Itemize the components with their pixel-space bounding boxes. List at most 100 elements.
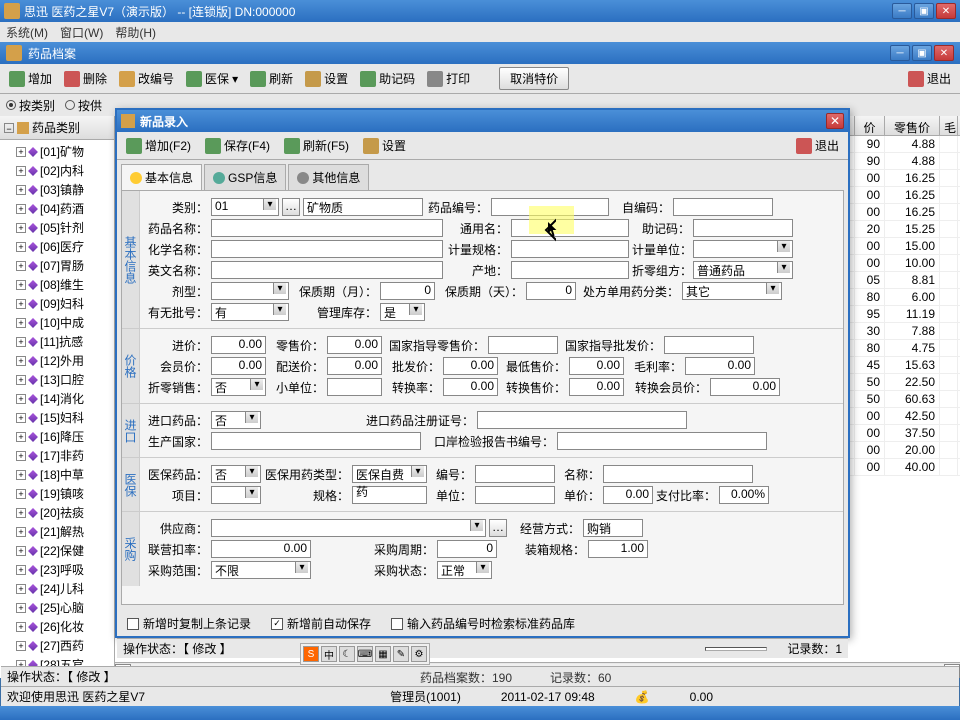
ins-drug-select[interactable]: 否	[211, 465, 261, 483]
guide-whole-input[interactable]	[664, 336, 754, 354]
stock-mgmt-select[interactable]: 是	[380, 303, 425, 321]
category-browse-button[interactable]: …	[282, 198, 300, 216]
ime-toolbar[interactable]: S中☾⌨▦✎⚙	[300, 643, 430, 665]
convertsale-input[interactable]: 0.00	[569, 378, 624, 396]
convert-input[interactable]: 0.00	[443, 378, 498, 396]
ins-code-input[interactable]	[475, 465, 555, 483]
dlg-settings-button[interactable]: 设置	[358, 134, 411, 157]
dlg-save-button[interactable]: 保存(F4)	[200, 134, 275, 157]
tree-item[interactable]: +[03]镇静	[0, 180, 114, 199]
auto-save-checkbox[interactable]: ✓新增前自动保存	[271, 615, 371, 632]
margin-input[interactable]: 0.00	[685, 357, 755, 375]
renumber-button[interactable]: 改编号	[114, 67, 179, 90]
tree-item[interactable]: +[15]妇科	[0, 408, 114, 427]
add-button[interactable]: 增加	[4, 67, 57, 90]
minimize-button[interactable]: ─	[892, 3, 912, 19]
batch-flag-select[interactable]: 有	[211, 303, 289, 321]
tree-item[interactable]: +[09]妇科	[0, 294, 114, 313]
insurance-button[interactable]: 医保▾	[181, 67, 243, 90]
settings-button[interactable]: 设置	[300, 67, 353, 90]
pack-input[interactable]: 1.00	[588, 540, 648, 558]
tree-item[interactable]: +[23]呼吸	[0, 560, 114, 579]
category-select[interactable]: 01	[211, 198, 279, 216]
supplier-select[interactable]	[211, 519, 486, 537]
tree-item[interactable]: +[11]抗感	[0, 332, 114, 351]
tree-item[interactable]: +[24]儿科	[0, 579, 114, 598]
tree-item[interactable]: +[08]维生	[0, 275, 114, 294]
minsale-input[interactable]: 0.00	[569, 357, 624, 375]
scope-select[interactable]: 不限	[211, 561, 311, 579]
exit-button[interactable]: 退出	[903, 67, 956, 90]
tree-item[interactable]: +[10]中成	[0, 313, 114, 332]
tree-item[interactable]: +[26]化妆	[0, 617, 114, 636]
import-drug-select[interactable]: 否	[211, 411, 261, 429]
import-reg-input[interactable]	[477, 411, 687, 429]
tree-item[interactable]: +[16]降压	[0, 427, 114, 446]
tree-item[interactable]: +[12]外用	[0, 351, 114, 370]
chem-name-input[interactable]	[211, 240, 443, 258]
purchase-status-select[interactable]: 正常	[437, 561, 492, 579]
delivery-input[interactable]: 0.00	[327, 357, 382, 375]
guide-retail-input[interactable]	[488, 336, 558, 354]
tree-item[interactable]: +[19]镇咳	[0, 484, 114, 503]
print-button[interactable]: 打印	[422, 67, 475, 90]
producer-input[interactable]	[211, 432, 421, 450]
tab-gsp[interactable]: GSP信息	[204, 164, 286, 190]
tree-item[interactable]: +[02]内科	[0, 161, 114, 180]
sub-minimize-button[interactable]: ─	[890, 45, 910, 61]
product-name-input[interactable]	[211, 219, 443, 237]
tree-item[interactable]: +[06]医疗	[0, 237, 114, 256]
eng-name-input[interactable]	[211, 261, 443, 279]
tree-item[interactable]: +[07]胃肠	[0, 256, 114, 275]
member-input[interactable]: 0.00	[211, 357, 266, 375]
ins-unit-input[interactable]	[475, 486, 555, 504]
copy-last-checkbox[interactable]: 新增时复制上条记录	[127, 615, 251, 632]
group-select[interactable]: 普通药品	[693, 261, 793, 279]
tree-item[interactable]: +[27]西药	[0, 636, 114, 655]
pay-ratio-input[interactable]: 0.00%	[719, 486, 769, 504]
zerosale-select[interactable]: 否	[211, 378, 266, 396]
mnemonic-input[interactable]	[693, 219, 793, 237]
tree-item[interactable]: +[01]矿物	[0, 142, 114, 161]
dlg-refresh-button[interactable]: 刷新(F5)	[279, 134, 354, 157]
mnemonic-button[interactable]: 助记码	[355, 67, 420, 90]
menu-window[interactable]: 窗口(W)	[60, 24, 103, 41]
tree-item[interactable]: +[20]祛痰	[0, 503, 114, 522]
shelf-day-input[interactable]: 0	[526, 282, 576, 300]
tree-item[interactable]: +[13]口腔	[0, 370, 114, 389]
tab-basic[interactable]: 基本信息	[121, 164, 202, 190]
ins-type-select[interactable]: 医保自费药	[352, 465, 427, 483]
col-price2[interactable]: 零售价	[885, 116, 940, 135]
tree-item[interactable]: +[25]心脑	[0, 598, 114, 617]
filter-by-category[interactable]: 按类别	[6, 97, 55, 114]
tree-item[interactable]: +[14]消化	[0, 389, 114, 408]
unit-select[interactable]	[693, 240, 793, 258]
search-std-checkbox[interactable]: 输入药品编号时检索标准药品库	[391, 615, 575, 632]
shelf-month-input[interactable]: 0	[380, 282, 435, 300]
origin-input[interactable]	[511, 261, 629, 279]
tab-other[interactable]: 其他信息	[288, 164, 369, 190]
form-select[interactable]	[211, 282, 289, 300]
coop-rate-input[interactable]: 0.00	[211, 540, 311, 558]
category-tree[interactable]: −药品类别 +[01]矿物+[02]内科+[03]镇静+[04]药酒+[05]针…	[0, 116, 115, 678]
sub-close-button[interactable]: ✕	[934, 45, 954, 61]
tree-item[interactable]: +[17]非药	[0, 446, 114, 465]
cost-input[interactable]: 0.00	[211, 336, 266, 354]
col-3[interactable]: 毛	[940, 116, 958, 135]
cycle-input[interactable]: 0	[437, 540, 497, 558]
smallunit-input[interactable]	[327, 378, 382, 396]
ins-name-input[interactable]	[603, 465, 753, 483]
retail-input[interactable]: 0.00	[327, 336, 382, 354]
tree-item[interactable]: +[05]针剂	[0, 218, 114, 237]
wholesale-input[interactable]: 0.00	[443, 357, 498, 375]
dlg-add-button[interactable]: 增加(F2)	[121, 134, 196, 157]
sub-maximize-button[interactable]: ▣	[912, 45, 932, 61]
tree-item[interactable]: +[21]解热	[0, 522, 114, 541]
menu-system[interactable]: 系统(M)	[6, 24, 48, 41]
ins-price-input[interactable]: 0.00	[603, 486, 653, 504]
cancel-special-button[interactable]: 取消特价	[499, 67, 569, 90]
tree-item[interactable]: +[18]中草	[0, 465, 114, 484]
common-name-input[interactable]	[511, 219, 629, 237]
dialog-close-button[interactable]: ✕	[826, 113, 844, 129]
spec-input[interactable]	[511, 240, 629, 258]
